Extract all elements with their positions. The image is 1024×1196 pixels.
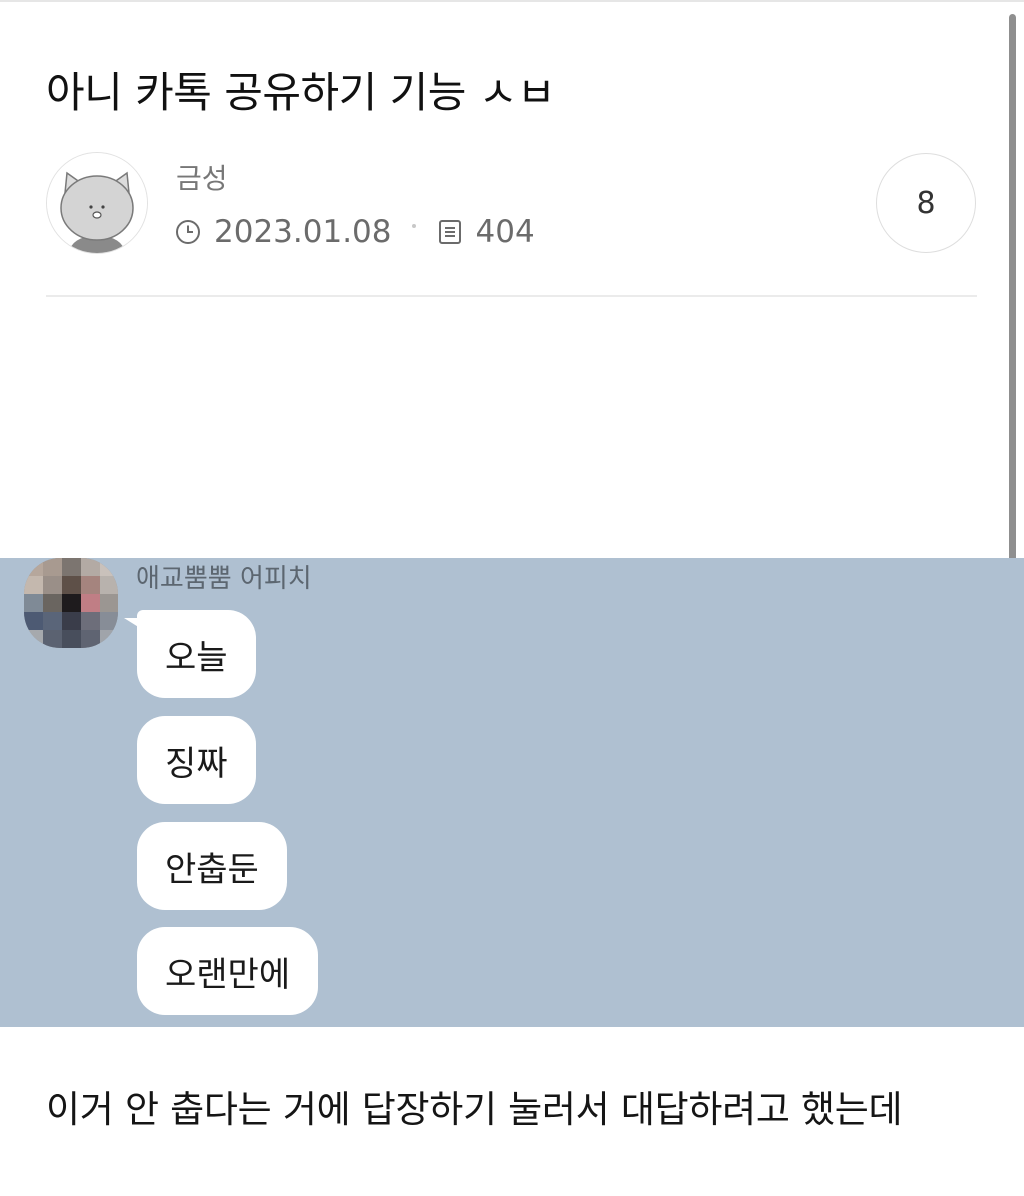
author-name[interactable]: 금성 <box>176 161 228 197</box>
author-avatar[interactable] <box>46 152 148 254</box>
chat-bubble: 오랜만에 <box>137 927 319 1015</box>
view-count: 404 <box>475 214 535 250</box>
chat-bubble: 징짜 <box>137 716 256 804</box>
sender-name: 애교뿜뿜 어피치 <box>136 564 312 594</box>
comment-count-button[interactable]: 8 <box>876 153 976 253</box>
scrollbar[interactable] <box>1009 14 1016 618</box>
post-meta: 2023.01.08 404 <box>174 212 535 252</box>
post-title: 아니 카톡 공유하기 기능 ㅅㅂ <box>46 68 556 117</box>
sender-avatar-blurred <box>24 558 118 648</box>
chat-bubble: 오늘 <box>137 610 256 698</box>
post-body-text: 이거 안 춥다는 거에 답장하기 눌러서 대답하려고 했는데 <box>46 1088 903 1131</box>
header-divider <box>46 295 977 297</box>
chat-bubble: 안춥둔 <box>137 822 287 910</box>
clock-icon <box>174 218 202 246</box>
post-date: 2023.01.08 <box>214 214 392 250</box>
document-icon <box>436 218 464 246</box>
post-page: 아니 카톡 공유하기 기능 ㅅㅂ 금성 2023.01.08 404 8 애교뿜… <box>0 0 1024 1196</box>
top-divider <box>0 0 1024 2</box>
meta-separator <box>411 224 416 228</box>
chat-screenshot: 애교뿜뿜 어피치 오늘 징짜 안춥둔 오랜만에 <box>0 558 1024 1027</box>
cat-avatar-icon <box>47 153 147 253</box>
